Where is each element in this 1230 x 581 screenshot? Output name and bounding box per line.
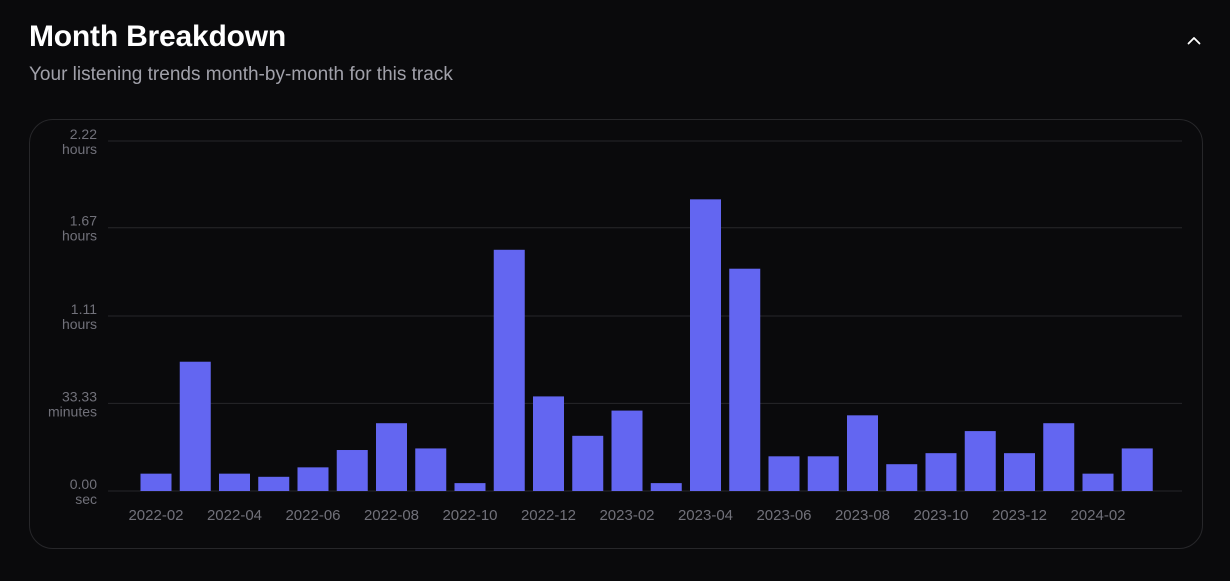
x-tick-label: 2022-04: [207, 507, 262, 524]
y-tick-unit: sec: [75, 491, 97, 507]
bar-2024-01: [1043, 423, 1075, 491]
bar-2022-10: [454, 483, 486, 491]
bar-2023-07: [807, 456, 839, 491]
x-tick-label: 2023-06: [756, 507, 811, 524]
bar-2024-02: [1082, 473, 1114, 491]
x-tick-label: 2022-08: [364, 507, 419, 524]
bar-chart: 0.00sec33.33minutes1.11hours1.67hours2.2…: [48, 126, 1182, 524]
bar-2023-04: [690, 199, 721, 492]
y-tick-label: 1.67: [70, 213, 97, 229]
x-tick-label: 2022-10: [442, 507, 497, 524]
bar-2023-06: [768, 456, 800, 491]
bar-2022-06: [297, 467, 329, 491]
x-tick-label: 2023-10: [913, 507, 968, 524]
y-tick-unit: minutes: [48, 403, 97, 419]
bar-2022-04: [219, 473, 250, 491]
bar-2023-12: [1004, 453, 1035, 491]
y-tick-label: 2.22: [70, 126, 97, 142]
y-tick-unit: hours: [62, 228, 97, 244]
bar-2023-01: [572, 435, 604, 491]
bar-2022-03: [179, 361, 211, 491]
bar-2023-11: [964, 431, 996, 491]
bar-2023-09: [886, 464, 918, 491]
bar-2023-03: [650, 483, 682, 491]
x-tick-label: 2022-02: [128, 507, 183, 524]
x-tick-label: 2022-06: [285, 507, 340, 524]
bar-2023-02: [611, 410, 643, 491]
y-tick-unit: hours: [62, 141, 97, 157]
y-tick-label: 33.33: [62, 388, 97, 404]
bar-2022-02: [140, 473, 172, 491]
bar-2022-08: [376, 423, 407, 491]
bar-2022-09: [415, 448, 447, 491]
x-tick-label: 2022-12: [521, 507, 576, 524]
y-tick-label: 0.00: [70, 476, 97, 492]
bar-2022-11: [493, 249, 525, 491]
bar-2022-05: [258, 476, 290, 491]
y-tick-label: 1.11: [71, 301, 97, 317]
x-tick-label: 2023-04: [678, 507, 733, 524]
bar-2023-10: [925, 453, 957, 491]
x-tick-label: 2024-02: [1070, 507, 1125, 524]
bar-2022-07: [336, 450, 368, 491]
x-tick-label: 2023-02: [599, 507, 654, 524]
bar-2024-03: [1121, 448, 1153, 491]
bar-2023-08: [847, 415, 878, 491]
month-breakdown-section: Month Breakdown Your listening trends mo…: [0, 0, 1230, 581]
x-tick-label: 2023-08: [835, 507, 890, 524]
y-tick-unit: hours: [62, 316, 97, 332]
bar-2022-12: [533, 396, 564, 491]
bar-2023-05: [729, 268, 761, 491]
x-tick-label: 2023-12: [992, 507, 1047, 524]
